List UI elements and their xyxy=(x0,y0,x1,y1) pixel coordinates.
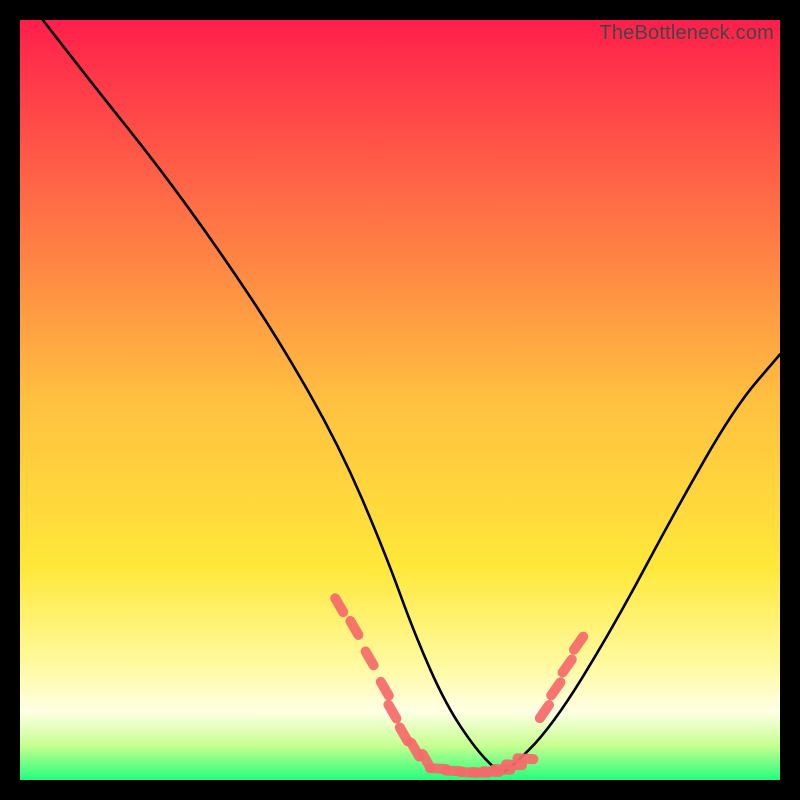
watermark-text: TheBottleneck.com xyxy=(599,22,774,45)
bottleneck-curve xyxy=(20,20,780,780)
plot-frame: TheBottleneck.com xyxy=(20,20,780,780)
